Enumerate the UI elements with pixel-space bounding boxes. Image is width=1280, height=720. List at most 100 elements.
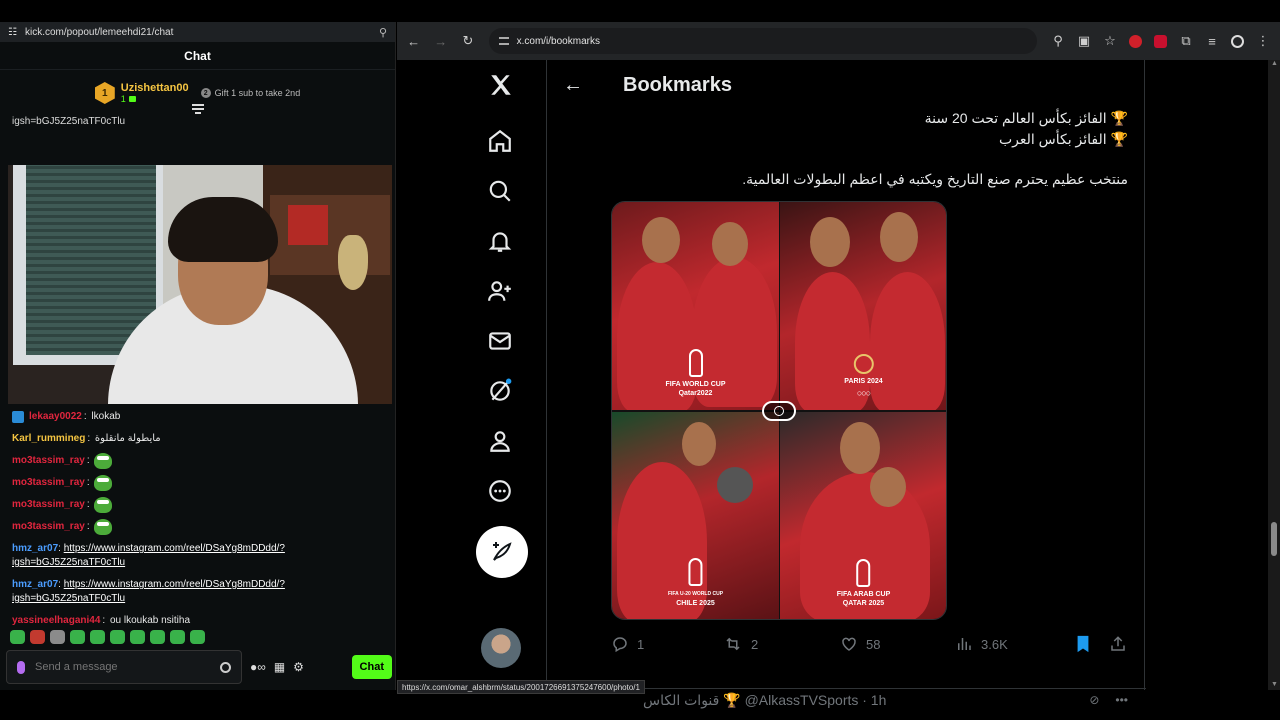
- message-box[interactable]: [6, 650, 242, 684]
- scroll-thumb[interactable]: [1271, 522, 1277, 556]
- chat-link-cont[interactable]: igsh=bGJ5Z25naTF0cTlu: [12, 593, 125, 604]
- page-scrollbar[interactable]: ▲ ▼: [1268, 60, 1280, 690]
- sub-leaderboard[interactable]: 1 Uzishettan00 1 2 Gift 1 sub to take 2nd: [0, 70, 395, 116]
- leader-sub-count: 1: [121, 94, 189, 104]
- chat-link[interactable]: https://www.instagram.com/reel/DSaYg8mDD…: [64, 543, 285, 554]
- forward-icon[interactable]: →: [434, 34, 447, 49]
- chat-username[interactable]: mo3tassim_ray: [12, 494, 85, 516]
- messages-envelope-icon[interactable]: [485, 326, 515, 356]
- share-button[interactable]: [1109, 635, 1127, 653]
- like-button[interactable]: 58: [840, 635, 955, 653]
- like-count: 58: [866, 636, 881, 652]
- next-tweet-author[interactable]: قنوات الكاس 🏆 @AlkassTVSports · 1h: [643, 692, 886, 709]
- emote-icon[interactable]: [10, 630, 25, 644]
- chat-username[interactable]: yassineelhagani44: [12, 610, 100, 632]
- more-icon[interactable]: •••: [1115, 693, 1128, 707]
- more-circle-icon[interactable]: [485, 476, 515, 506]
- back-icon[interactable]: ←: [407, 34, 420, 49]
- grok-icon[interactable]: ⊘: [1089, 693, 1099, 707]
- chat-link-cont[interactable]: igsh=bGJ5Z25naTF0cTlu: [12, 557, 125, 568]
- reply-count: 1: [637, 636, 645, 652]
- chat-username[interactable]: hmz_ar07: [12, 579, 58, 590]
- star-icon[interactable]: ☆: [1103, 33, 1117, 49]
- kicks-icon[interactable]: ●∞: [250, 660, 266, 674]
- adblock-icon[interactable]: [1154, 34, 1167, 48]
- collapse-icon[interactable]: [192, 104, 204, 114]
- popout-url-bar: ☷ kick.com/popout/lemeehdi21/chat ⚲: [0, 22, 395, 42]
- reload-icon[interactable]: ↻: [461, 33, 474, 49]
- tweet-line: 🏆 الفائز بكأس العالم تحت 20 سنة: [924, 110, 1128, 126]
- tweet-line: 🏆 الفائز بكأس العرب: [998, 131, 1128, 147]
- chat-message: Karl_rummineg: مايطولة مانقلوة: [12, 428, 395, 450]
- chat-username[interactable]: hmz_ar07: [12, 543, 58, 554]
- store-icon[interactable]: ▦: [274, 660, 285, 674]
- chat-username[interactable]: mo3tassim_ray: [12, 472, 85, 494]
- repost-button[interactable]: 2: [723, 635, 840, 653]
- emote-icon[interactable]: [170, 630, 185, 644]
- chat-username[interactable]: mo3tassim_ray: [12, 450, 85, 472]
- puzzle-icon[interactable]: ⧉: [1179, 33, 1193, 49]
- reply-button[interactable]: 1: [611, 635, 723, 653]
- kick-chat-window: ☷ kick.com/popout/lemeehdi21/chat ⚲ Chat…: [0, 22, 396, 690]
- extension-red-icon[interactable]: [1129, 34, 1142, 48]
- send-chat-button[interactable]: Chat: [351, 655, 392, 679]
- grok-icon[interactable]: [485, 376, 515, 406]
- menu-icon[interactable]: ⋮: [1256, 33, 1270, 49]
- address-bar[interactable]: x.com/i/bookmarks: [488, 28, 1037, 54]
- tweet-photo-collage[interactable]: FIFA WORLD CUP Qatar2022 PARIS 2024 ○○○ FI…: [611, 201, 947, 620]
- photo-tile[interactable]: FIFA ARAB CUP QATAR 2025: [780, 412, 946, 619]
- emote-icon[interactable]: [50, 630, 65, 644]
- zoom-icon[interactable]: ⚲: [1051, 33, 1065, 49]
- pepe-emote-icon: [93, 453, 112, 469]
- bookmark-button[interactable]: [1075, 635, 1091, 653]
- zoom-icon[interactable]: ⚲: [379, 26, 387, 39]
- scroll-down-icon[interactable]: ▼: [1271, 681, 1278, 688]
- follow-people-icon[interactable]: [485, 276, 515, 306]
- home-icon[interactable]: [485, 126, 515, 156]
- profile-icon[interactable]: [1231, 34, 1244, 48]
- emote-icon[interactable]: [30, 630, 45, 644]
- emote-icon[interactable]: [70, 630, 85, 644]
- emote-icon[interactable]: [90, 630, 105, 644]
- page-title: Bookmarks: [623, 73, 732, 96]
- photo-tile[interactable]: PARIS 2024 ○○○: [780, 202, 946, 410]
- address-text: x.com/i/bookmarks: [516, 35, 600, 47]
- gift-icon: 2: [200, 88, 211, 98]
- leader-username[interactable]: Uzishettan00: [121, 82, 189, 94]
- media-queue-icon[interactable]: ≡: [1205, 34, 1219, 49]
- chat-username[interactable]: mo3tassim_ray: [12, 516, 85, 538]
- compose-post-button[interactable]: [476, 526, 528, 578]
- site-info-icon[interactable]: [498, 37, 509, 45]
- emote-icon[interactable]: [110, 630, 125, 644]
- reply-icon: [613, 637, 627, 653]
- tweet-line: منتخب عظيم يحترم صنع التاريخ ويكتبه في ا…: [742, 171, 1128, 187]
- search-icon[interactable]: [485, 176, 515, 206]
- heart-icon: [842, 637, 856, 651]
- emote-icon[interactable]: [150, 630, 165, 644]
- x-logo-icon[interactable]: [486, 70, 516, 100]
- profile-person-icon[interactable]: [485, 426, 515, 456]
- link-hover-status: https://x.com/omar_alshbrm/status/200172…: [397, 680, 645, 694]
- pepe-emote-icon: [93, 519, 112, 535]
- scroll-up-icon[interactable]: ▲: [1271, 60, 1278, 67]
- mic-icon[interactable]: [17, 660, 25, 674]
- back-arrow-icon[interactable]: ←: [563, 74, 583, 97]
- photo-tile[interactable]: FIFA WORLD CUP Qatar2022: [612, 202, 779, 410]
- chat-username[interactable]: Karl_rummineg: [12, 428, 85, 450]
- emote-icon[interactable]: [190, 630, 205, 644]
- emote-icon[interactable]: [130, 630, 145, 644]
- message-input[interactable]: [35, 661, 210, 673]
- chat-link[interactable]: https://www.instagram.com/reel/DSaYg8mDD…: [64, 579, 285, 590]
- photo-tile[interactable]: FIFA U-20 WORLD CUP CHILE 2025: [612, 412, 779, 619]
- tile-caption: PARIS 2024: [844, 378, 883, 385]
- emoji-icon[interactable]: [220, 661, 231, 673]
- views-button[interactable]: 3.6K: [955, 635, 1067, 653]
- notifications-bell-icon[interactable]: [485, 226, 515, 256]
- chat-username[interactable]: lekaay0022: [29, 406, 82, 428]
- account-avatar[interactable]: [481, 628, 521, 668]
- share-icon: [1111, 636, 1125, 651]
- gear-icon[interactable]: ⚙: [293, 660, 304, 674]
- gift-prompt[interactable]: 2 Gift 1 sub to take 2nd: [200, 88, 300, 98]
- pepe-emote-icon: [93, 475, 112, 491]
- cast-icon[interactable]: ▣: [1077, 33, 1091, 49]
